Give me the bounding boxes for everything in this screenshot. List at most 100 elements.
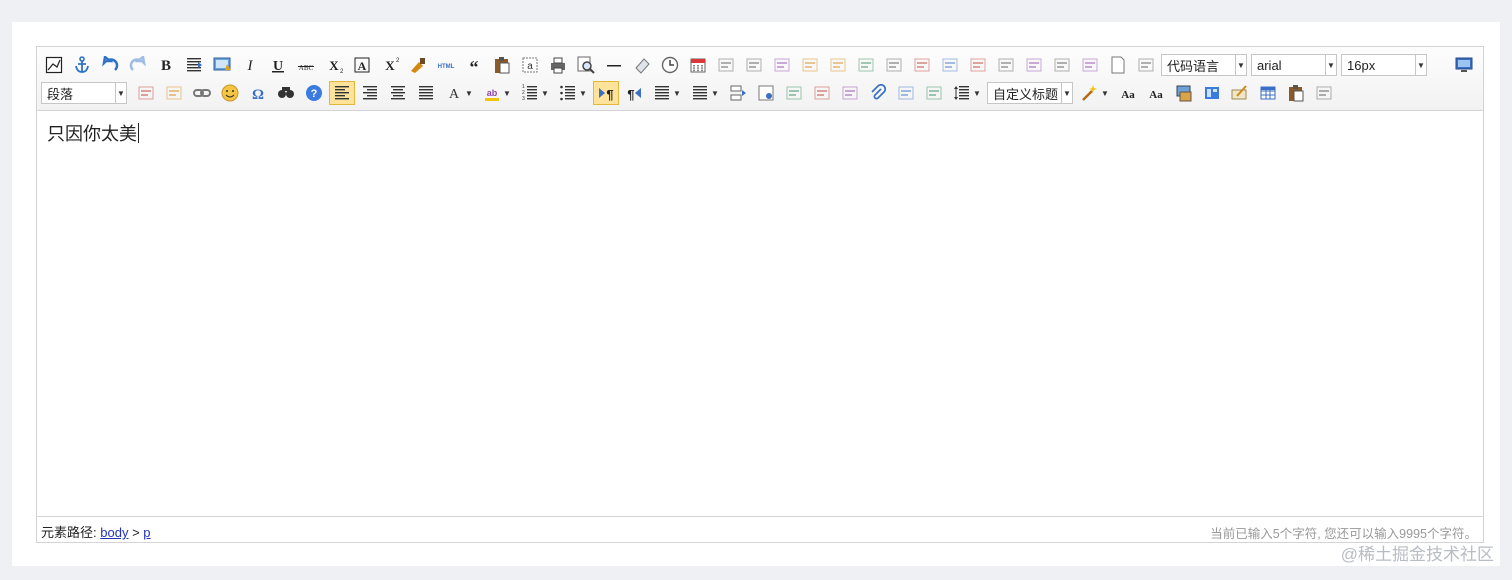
mergeright-button[interactable] [797, 53, 823, 77]
font-family-select[interactable]: arial ▼ [1251, 54, 1337, 76]
redo-button[interactable] [125, 53, 151, 77]
superscript-button[interactable]: X2 [377, 53, 403, 77]
path-link-p[interactable]: p [143, 525, 150, 540]
charts-button[interactable] [1311, 81, 1337, 105]
template-button[interactable] [1199, 81, 1225, 105]
deleterow-button[interactable] [853, 53, 879, 77]
justifyjustify-button[interactable] [413, 81, 439, 105]
deletecaption-button[interactable] [993, 53, 1019, 77]
imagenone-button[interactable] [781, 81, 807, 105]
undo-button[interactable] [97, 53, 123, 77]
unlink-button[interactable] [713, 53, 739, 77]
subscript-button[interactable]: X2 [321, 53, 347, 77]
date-button[interactable] [685, 53, 711, 77]
insertparagraph-button[interactable] [1133, 53, 1159, 77]
splittorows-button[interactable] [909, 53, 935, 77]
wordimage-button[interactable] [921, 81, 947, 105]
italic-button[interactable]: I [237, 53, 263, 77]
insertunorderedlist-button[interactable]: ▼ [555, 81, 591, 105]
touppercase-button[interactable]: Aa [1115, 81, 1141, 105]
svg-text:X: X [385, 58, 395, 73]
insertorderedlist-button[interactable]: 1 2 3 ▼ [517, 81, 553, 105]
paragraph-text: 只因你太美 [47, 124, 137, 144]
anchor-button[interactable] [69, 53, 95, 77]
splittorows-icon [914, 58, 930, 72]
chevron-down-icon: ▼ [115, 83, 126, 103]
html-button[interactable]: HTML [433, 53, 459, 77]
content-paragraph[interactable]: 只因你太美 [47, 121, 139, 147]
justifycenter-button[interactable] [385, 81, 411, 105]
paragraph-select[interactable]: 段落 ▼ [41, 82, 127, 104]
font-family-value: arial [1257, 57, 1282, 73]
deletetable-button[interactable] [1077, 53, 1103, 77]
directionalityltr-button[interactable]: ¶ [593, 81, 619, 105]
imageleft-button[interactable] [809, 81, 835, 105]
lineheight-button[interactable]: ▼ [949, 81, 985, 105]
source-button[interactable] [41, 53, 67, 77]
mergecells-button[interactable] [1049, 53, 1075, 77]
indent-button[interactable] [181, 53, 207, 77]
mergeright-icon [802, 58, 818, 72]
tolowercase-button[interactable]: Aa [1143, 81, 1169, 105]
emotion-button[interactable] [217, 81, 243, 105]
inserttable-button[interactable] [1255, 81, 1281, 105]
svg-text:2: 2 [340, 69, 343, 74]
rowspacingtop-button[interactable]: ▼ [649, 81, 685, 105]
cleardoc-button[interactable] [1105, 53, 1131, 77]
fullscreen-button[interactable] [1453, 55, 1475, 75]
snapscreen-button[interactable] [209, 53, 235, 77]
paste-button[interactable] [1283, 81, 1309, 105]
justifyright-button[interactable] [357, 81, 383, 105]
strikethrough-button[interactable]: ABC [293, 53, 319, 77]
selectall-icon: a [522, 57, 538, 73]
backcolor-button[interactable]: ab ▼ [479, 81, 515, 105]
imageright-button[interactable] [837, 81, 863, 105]
pagebreak-button[interactable] [725, 81, 751, 105]
code-language-select[interactable]: 代码语言 ▼ [1161, 54, 1247, 76]
insertcol-button[interactable] [769, 53, 795, 77]
spechars-button[interactable]: Ω [245, 81, 271, 105]
edittable-button[interactable] [133, 81, 159, 105]
link-button[interactable] [189, 81, 215, 105]
underline-button[interactable]: U [265, 53, 291, 77]
searchreplace-button[interactable] [273, 81, 299, 105]
splittocells-button[interactable] [965, 53, 991, 77]
selectall-button[interactable]: a [517, 53, 543, 77]
rowspacingbottom-button[interactable]: ▼ [687, 81, 723, 105]
formatmatch-button[interactable] [405, 53, 431, 77]
print-button[interactable] [545, 53, 571, 77]
bold-button[interactable]: B [153, 53, 179, 77]
insertrow-button[interactable] [741, 53, 767, 77]
preview-button[interactable] [573, 53, 599, 77]
custom-title-select[interactable]: 自定义标题 ▼ [987, 82, 1073, 104]
time-button[interactable] [657, 53, 683, 77]
blockquote-button[interactable]: “ [461, 53, 487, 77]
deletecol-button[interactable] [881, 53, 907, 77]
unlink-icon [718, 58, 734, 72]
mergedown-button[interactable] [825, 53, 851, 77]
insertrow-icon [746, 58, 762, 72]
justifyleft-button[interactable] [329, 81, 355, 105]
autotypeset-button[interactable]: ▼ [1077, 81, 1113, 105]
horizontal-rule-button[interactable] [601, 53, 627, 77]
eraser-button[interactable] [629, 53, 655, 77]
font-size-select[interactable]: 16px ▼ [1341, 54, 1427, 76]
editor-content-area[interactable]: 只因你太美 [37, 111, 1483, 517]
directionalityrtl-button[interactable]: ¶ [621, 81, 647, 105]
pasteplain-button[interactable] [489, 53, 515, 77]
insertframe-button[interactable] [753, 81, 779, 105]
attachment-button[interactable] [865, 81, 891, 105]
splittocols-button[interactable] [937, 53, 963, 77]
inserttitle-button[interactable] [1021, 53, 1047, 77]
background-button[interactable] [1171, 81, 1197, 105]
forecolor-button[interactable]: A ▼ [441, 81, 477, 105]
edittd-button[interactable] [161, 81, 187, 105]
scrawl-button[interactable] [1227, 81, 1253, 105]
wordimage-icon [926, 86, 942, 100]
fontborder-button[interactable]: A [349, 53, 375, 77]
italic-icon: I [247, 58, 254, 74]
imagecenter-button[interactable] [893, 81, 919, 105]
path-link-body[interactable]: body [100, 525, 128, 540]
help-button[interactable]: ? [301, 81, 327, 105]
charts-icon [1316, 86, 1332, 100]
